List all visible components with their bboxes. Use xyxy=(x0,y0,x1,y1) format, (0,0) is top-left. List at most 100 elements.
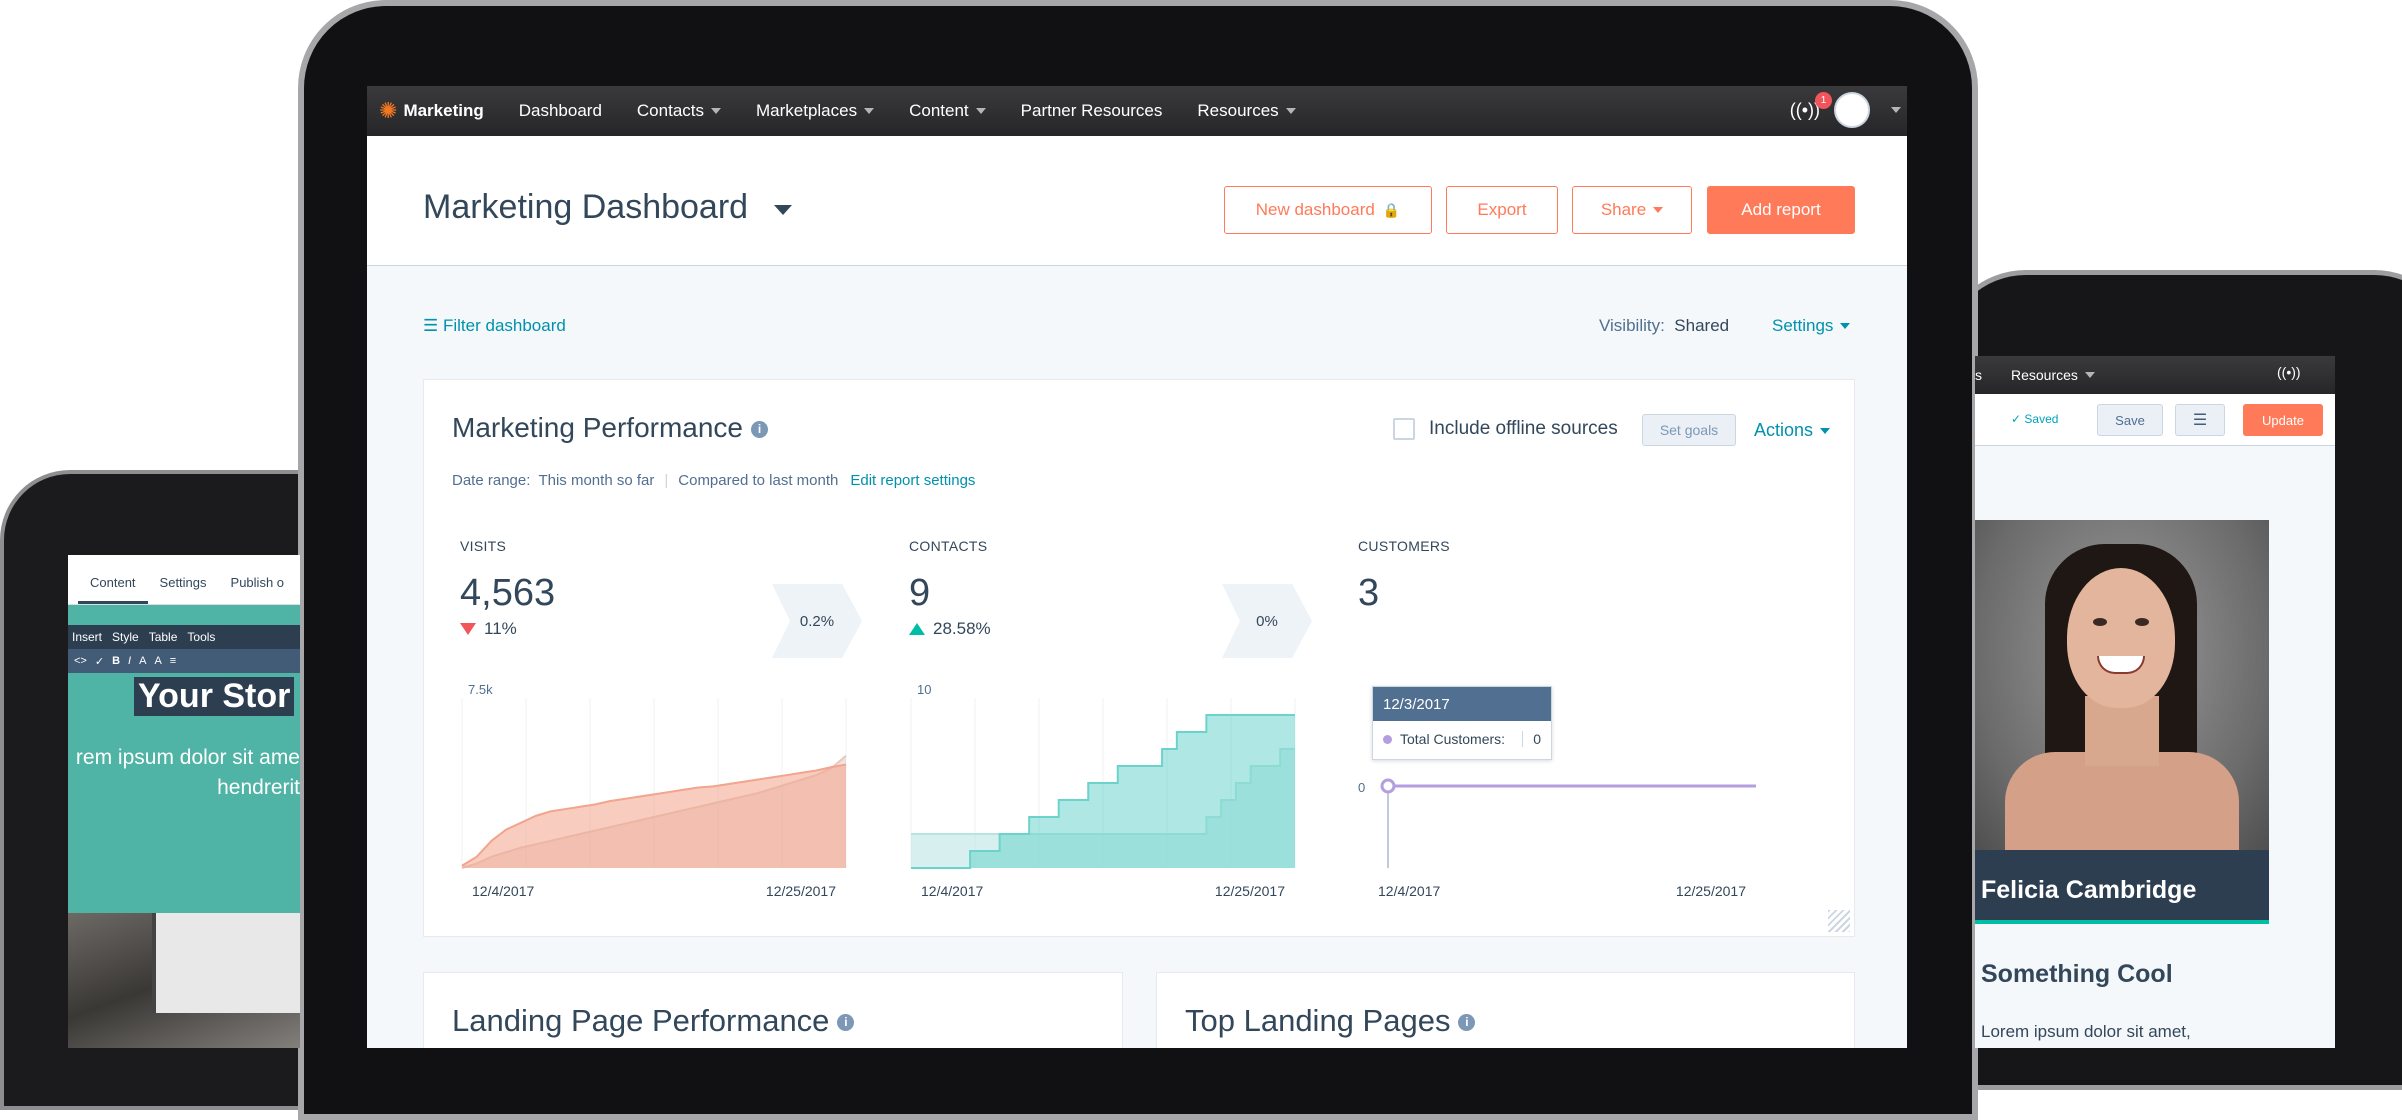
profile-name[interactable]: Felicia Cambridge xyxy=(1981,876,2196,905)
chevron-down-icon xyxy=(2084,372,2095,378)
nav-right: ((•)) 1 xyxy=(1790,91,1901,128)
chevron-down-icon[interactable] xyxy=(1891,107,1901,113)
y-tick-label: 0 xyxy=(1358,780,1365,795)
chevron-down-icon xyxy=(864,108,875,114)
highlight-icon[interactable]: A xyxy=(154,655,161,667)
nav-brand[interactable]: Marketing xyxy=(403,101,483,121)
nav-item-contacts[interactable]: Contacts xyxy=(637,101,721,121)
info-icon[interactable]: i xyxy=(1458,1014,1476,1032)
chevron-down-icon xyxy=(1840,323,1851,329)
kpi-value: 4,563 xyxy=(460,572,556,614)
x-tick-label: 12/25/2017 xyxy=(1676,883,1746,899)
x-tick-label: 12/25/2017 xyxy=(766,883,836,899)
conversion-rate-badge: 0.2% xyxy=(772,584,862,658)
up-arrow-icon xyxy=(909,623,925,635)
offline-checkbox[interactable] xyxy=(1393,418,1415,440)
set-goals-button[interactable]: Set goals xyxy=(1642,414,1736,446)
contacts-chart-svg: 10 12/4/2017 12/25/2017 xyxy=(910,682,1296,899)
contacts-chart: 10 12/4/2017 12/25/2017 xyxy=(909,680,1309,920)
hero-title[interactable]: Your Stor xyxy=(134,677,295,716)
top-navigation: ✺ Marketing Dashboard Contacts Marketpla… xyxy=(367,86,1907,136)
hero-line-1: rem ipsum dolor sit ame xyxy=(75,746,300,769)
style-menu[interactable]: Style xyxy=(112,630,139,644)
kpi-label: CUSTOMERS xyxy=(1358,538,1450,554)
nav-item-resources[interactable]: Resources xyxy=(2011,367,2095,383)
section-body[interactable]: Lorem ipsum dolor sit amet, xyxy=(1981,1022,2191,1042)
notification-badge: 1 xyxy=(1815,91,1832,109)
saved-status: ✓ Saved xyxy=(2011,412,2059,426)
info-icon[interactable]: i xyxy=(751,421,769,439)
tooltip-date: 12/3/2017 xyxy=(1373,687,1551,721)
insert-menu[interactable]: Insert xyxy=(72,630,102,644)
kpi-change: 11% xyxy=(460,619,555,639)
chevron-down-icon xyxy=(711,108,721,114)
page-title[interactable]: Marketing Dashboard xyxy=(423,188,748,227)
export-button[interactable]: Export xyxy=(1446,186,1558,234)
nav-item-resources[interactable]: Resources xyxy=(1197,101,1296,121)
down-arrow-icon xyxy=(460,623,476,635)
lock-icon: 🔒 xyxy=(1382,201,1401,218)
include-offline-toggle[interactable]: Include offline sources xyxy=(1393,418,1618,440)
hero-body[interactable]: rem ipsum dolor sit ame hendrerit xyxy=(68,743,300,803)
hero-section: Your Stor rem ipsum dolor sit ame hendre… xyxy=(68,673,300,913)
save-button[interactable]: Save xyxy=(2097,404,2163,436)
photo-body xyxy=(2005,752,2239,850)
tab-content[interactable]: Content xyxy=(78,575,148,604)
editor-tabs: Content Settings Publish o xyxy=(68,555,300,605)
code-icon[interactable]: <> xyxy=(74,655,87,667)
share-button[interactable]: Share xyxy=(1572,186,1692,234)
tooltip-row: Total Customers: 0 xyxy=(1373,721,1551,757)
x-tick-label: 12/4/2017 xyxy=(1378,883,1440,899)
kpi-value: 9 xyxy=(909,572,931,614)
tab-settings[interactable]: Settings xyxy=(148,575,219,604)
italic-icon[interactable]: I xyxy=(128,655,131,667)
tab-publish[interactable]: Publish o xyxy=(219,575,296,604)
hero-photo xyxy=(68,913,300,1048)
dashboard-screen: ✺ Marketing Dashboard Contacts Marketpla… xyxy=(367,86,1907,1048)
menu-icon[interactable]: ☰ xyxy=(2175,404,2225,436)
series-dot-icon xyxy=(1383,734,1392,744)
nav-item-content[interactable]: Content xyxy=(909,101,986,121)
top-landing-pages-card: Top Landing Pages i xyxy=(1156,972,1855,1048)
check-icon: ✓ xyxy=(2011,412,2022,426)
info-icon[interactable]: i xyxy=(837,1014,855,1032)
edit-report-settings-link[interactable]: Edit report settings xyxy=(850,472,975,489)
avatar[interactable] xyxy=(1834,92,1870,128)
new-dashboard-button[interactable]: New dashboard 🔒 xyxy=(1224,186,1432,234)
add-report-button[interactable]: Add report xyxy=(1707,186,1855,234)
filter-icon: ☰ xyxy=(423,316,439,335)
conversion-rate-badge: 0% xyxy=(1222,584,1312,658)
table-menu[interactable]: Table xyxy=(149,630,178,644)
font-color-icon[interactable]: A xyxy=(139,655,146,667)
nav-item-partial[interactable]: s xyxy=(1975,367,1982,383)
nav-item-marketplaces[interactable]: Marketplaces xyxy=(756,101,875,121)
tools-menu[interactable]: Tools xyxy=(187,630,215,644)
update-button[interactable]: Update xyxy=(2243,404,2323,436)
settings-dropdown[interactable]: Settings xyxy=(1772,316,1851,336)
profile-name-bar: Felicia Cambridge xyxy=(1975,850,2269,924)
section-heading[interactable]: Something Cool xyxy=(1981,960,2173,989)
spellcheck-icon[interactable]: ✓ xyxy=(95,655,104,668)
card-title: Top Landing Pages i xyxy=(1185,1003,1476,1039)
actions-dropdown[interactable]: Actions xyxy=(1754,420,1831,441)
resize-handle-icon[interactable] xyxy=(1828,910,1850,932)
kpi-customers: CUSTOMERS 3 xyxy=(1358,538,1450,615)
right-tablet-screen: s Resources ((•)) ✓ Saved Save ☰ Update … xyxy=(1975,356,2335,1048)
notifications-icon[interactable]: ((•)) xyxy=(2277,364,2301,380)
editor-menu-toolbar: Insert Style Table Tools xyxy=(68,625,300,649)
filter-dashboard-link[interactable]: ☰ Filter dashboard xyxy=(423,316,566,336)
hubspot-sprocket-icon[interactable]: ✺ xyxy=(379,98,397,124)
y-tick-label: 10 xyxy=(917,682,931,697)
notifications-icon[interactable]: ((•)) 1 xyxy=(1790,91,1832,121)
kpi-label: CONTACTS xyxy=(909,538,988,554)
bold-icon[interactable]: B xyxy=(112,655,120,667)
align-icon[interactable]: ≡ xyxy=(170,655,176,667)
nav-item-partner-resources[interactable]: Partner Resources xyxy=(1021,101,1163,121)
visits-chart: 7.5k 12/4/2017 12/25/2017 xyxy=(460,680,860,920)
hero-line-2: hendrerit xyxy=(217,776,300,799)
card-title: Landing Page Performance i xyxy=(452,1003,855,1039)
dashboard-switcher-icon[interactable] xyxy=(774,205,792,215)
nav-item-dashboard[interactable]: Dashboard xyxy=(519,101,602,121)
profile-photo xyxy=(1975,520,2269,850)
photo-face xyxy=(2067,568,2175,708)
